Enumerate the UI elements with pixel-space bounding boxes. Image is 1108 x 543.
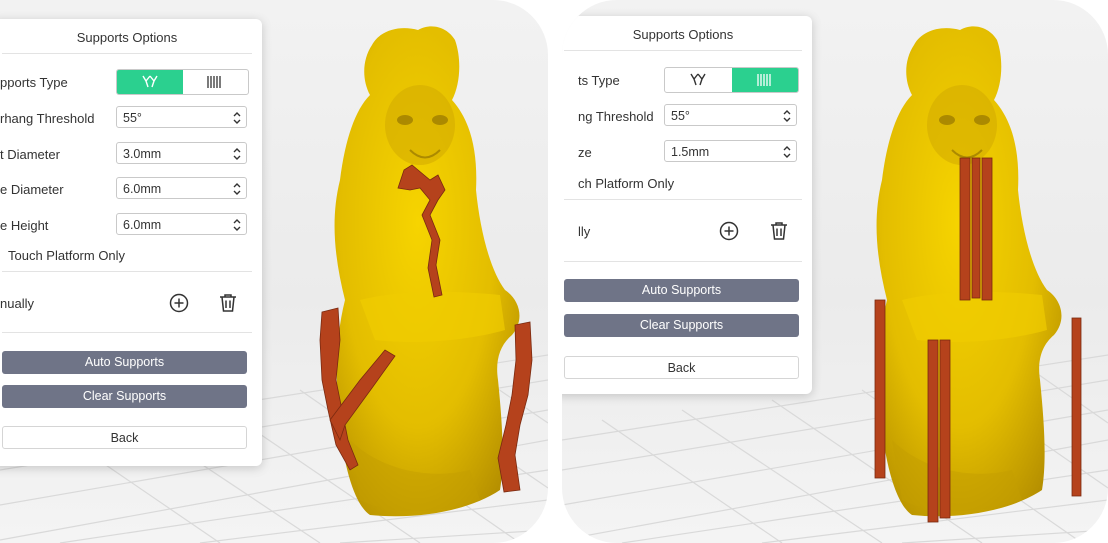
overhang-threshold-select[interactable]: 55°	[664, 104, 797, 126]
panel-title: Supports Options	[632, 27, 734, 42]
divider	[2, 271, 252, 272]
overhang-threshold-select[interactable]: 55°	[116, 106, 247, 128]
size-label: ze	[578, 145, 592, 160]
diameter-1-label: t Diameter	[0, 147, 60, 162]
delete-support-icon[interactable]	[217, 292, 239, 314]
manually-label: lly	[578, 224, 591, 239]
diameter-2-label: e Diameter	[0, 182, 64, 197]
tree-support-icon	[142, 75, 158, 88]
auto-supports-button[interactable]: Auto Supports	[2, 351, 247, 374]
divider	[564, 199, 802, 200]
back-button[interactable]: Back	[2, 426, 247, 449]
auto-supports-button[interactable]: Auto Supports	[564, 279, 799, 302]
stepper-arrows-icon	[233, 112, 241, 124]
right-screenshot: Supports Options ts Type ng Threshold 55…	[562, 0, 1108, 543]
delete-support-icon[interactable]	[768, 220, 790, 242]
divider	[2, 332, 252, 333]
tree-support-icon	[690, 73, 706, 86]
supports-type-label: pports Type	[0, 75, 68, 90]
height-select[interactable]: 6.0mm	[116, 213, 247, 235]
supports-type-toggle	[664, 67, 799, 93]
tree-support-option[interactable]	[665, 68, 732, 92]
add-support-icon[interactable]	[718, 220, 740, 242]
stepper-arrows-icon	[233, 148, 241, 160]
stepper-arrows-icon	[783, 146, 791, 158]
tree-support-option[interactable]	[117, 70, 183, 94]
left-screenshot: Supports Options pports Type rhang Thres…	[0, 0, 548, 543]
diameter-2-value: 6.0mm	[123, 182, 162, 196]
diameter-2-select[interactable]: 6.0mm	[116, 177, 247, 199]
overhang-threshold-label: rhang Threshold	[0, 111, 95, 126]
overhang-threshold-value: 55°	[671, 109, 690, 123]
overhang-threshold-label: ng Threshold	[578, 109, 654, 124]
height-label: e Height	[0, 218, 49, 233]
linear-support-icon	[757, 74, 771, 86]
size-value: 1.5mm	[671, 145, 710, 159]
divider	[564, 50, 802, 51]
stepper-arrows-icon	[233, 219, 241, 231]
height-value: 6.0mm	[123, 218, 162, 232]
linear-support-option[interactable]	[183, 70, 249, 94]
diameter-1-value: 3.0mm	[123, 147, 162, 161]
add-support-icon[interactable]	[168, 292, 190, 314]
touch-platform-only-option[interactable]: Touch Platform Only	[8, 248, 125, 263]
supports-type-toggle	[116, 69, 249, 95]
supports-options-panel: Supports Options pports Type rhang Thres…	[0, 19, 262, 466]
diameter-1-select[interactable]: 3.0mm	[116, 142, 247, 164]
divider	[564, 261, 802, 262]
supports-type-label: ts Type	[578, 73, 620, 88]
linear-support-icon	[207, 76, 221, 88]
back-button[interactable]: Back	[564, 356, 799, 379]
overhang-threshold-value: 55°	[123, 111, 142, 125]
panel-title: Supports Options	[76, 30, 178, 45]
size-select[interactable]: 1.5mm	[664, 140, 797, 162]
manually-label: nually	[0, 296, 34, 311]
stepper-arrows-icon	[783, 110, 791, 122]
linear-support-option[interactable]	[731, 68, 798, 92]
clear-supports-button[interactable]: Clear Supports	[2, 385, 247, 408]
touch-platform-only-option[interactable]: ch Platform Only	[578, 176, 674, 191]
clear-supports-button[interactable]: Clear Supports	[564, 314, 799, 337]
supports-options-panel: Supports Options ts Type ng Threshold 55…	[562, 16, 812, 394]
divider	[2, 53, 252, 54]
stepper-arrows-icon	[233, 183, 241, 195]
